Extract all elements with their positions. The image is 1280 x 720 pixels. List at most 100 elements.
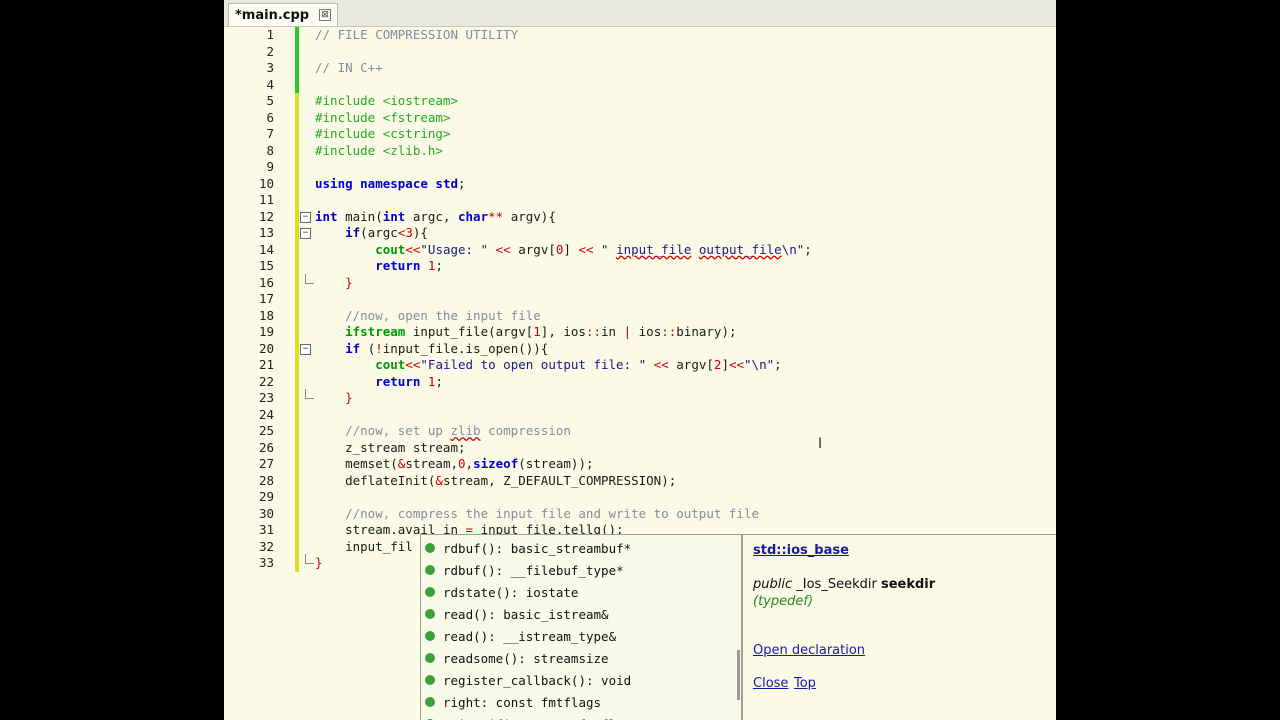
code-token: argv){: [503, 208, 556, 224]
change-marker: [295, 373, 299, 390]
autocomplete-item[interactable]: right: const fmtflags: [421, 691, 739, 713]
code-line[interactable]: 10 using namespace std;: [224, 175, 1056, 192]
code-token: <<: [405, 241, 421, 257]
doc-class-link[interactable]: std::ios_base: [753, 543, 849, 558]
code-line[interactable]: 2: [224, 43, 1056, 60]
autocomplete-item[interactable]: rdbuf(): basic_streambuf*: [421, 537, 739, 559]
autocomplete-item[interactable]: readsome(): streamsize: [421, 647, 739, 669]
autocomplete-list[interactable]: rdbuf(): basic_streambuf* rdbuf(): __file…: [420, 534, 742, 720]
code-token: char: [458, 208, 489, 224]
change-marker: [295, 357, 299, 374]
autocomplete-item[interactable]: register_callback(): void: [421, 669, 739, 691]
code-token: sizeof: [473, 456, 519, 471]
code-line[interactable]: 6 #include <fstream>: [224, 109, 1056, 126]
change-marker: [295, 439, 299, 456]
code-token: input_file: [616, 241, 692, 257]
code-token: int: [382, 208, 406, 224]
code-line[interactable]: 4: [224, 76, 1056, 93]
fold-toggle-icon[interactable]: −: [300, 228, 311, 239]
close-icon[interactable]: ⊠: [319, 9, 332, 21]
fold-end-icon: [305, 389, 314, 399]
change-marker: [295, 76, 299, 93]
autocomplete-item[interactable]: rdbuf(): __filebuf_type*: [421, 559, 739, 581]
fold-toggle-icon[interactable]: −: [300, 343, 311, 355]
code-line[interactable]: 25 //now, set up zlib compression: [224, 423, 1056, 440]
line-number: 5: [266, 93, 274, 108]
code-token: compression: [480, 423, 571, 438]
code-line[interactable]: 22 return 1;: [224, 373, 1056, 390]
autocomplete-item[interactable]: rdstate(): iostate: [421, 581, 739, 603]
tab-bar: *main.cpp ⊠: [224, 0, 1056, 27]
autocomplete-item[interactable]: scientific: const fmtflags: [421, 713, 739, 720]
autocomplete-item[interactable]: read(): basic_istream&: [421, 603, 739, 625]
code-token: ios: [631, 324, 662, 339]
code-token: return: [375, 373, 421, 389]
change-marker: [295, 505, 299, 522]
code-token: argc,: [405, 208, 458, 224]
code-line[interactable]: 9: [224, 159, 1056, 176]
line-number: 17: [258, 291, 274, 306]
code-text: #include <zlib.h>: [315, 143, 443, 160]
code-line[interactable]: 14 cout<<"Usage: " << argv[0] << " input…: [224, 241, 1056, 258]
code-text: cout<<"Failed to open output file: " << …: [315, 357, 781, 374]
top-link[interactable]: Top: [794, 676, 816, 691]
code-line[interactable]: 3 // IN C++: [224, 60, 1056, 77]
code-text: deflateInit(&stream, Z_DEFAULT_COMPRESSI…: [315, 473, 676, 490]
code-line[interactable]: 23 }: [224, 389, 1056, 407]
line-number: 30: [258, 505, 274, 521]
autocomplete-item-label: readsome(): streamsize: [443, 650, 609, 666]
close-link[interactable]: Close: [753, 676, 788, 691]
ide-window: *main.cpp ⊠ 1 // FILE COMPRESSION UTILITY…: [224, 0, 1056, 720]
code-line[interactable]: 28 deflateInit(&stream, Z_DEFAULT_COMPRE…: [224, 472, 1056, 490]
code-line[interactable]: 26 z_stream stream;: [224, 439, 1056, 456]
code-line[interactable]: 16 }: [224, 273, 1056, 292]
code-line[interactable]: 19 ifstream input_file(argv[1], ios::in …: [224, 324, 1056, 341]
autocomplete-item[interactable]: read(): __istream_type&: [421, 625, 739, 647]
open-declaration-link[interactable]: Open declaration: [753, 643, 865, 658]
code-token: ;: [804, 241, 812, 257]
public-member-icon: [425, 543, 435, 553]
code-token: ){: [412, 225, 428, 240]
code-line[interactable]: 30 //now, compress the input file and wr…: [224, 505, 1056, 522]
tab-main-cpp[interactable]: *main.cpp ⊠: [228, 3, 339, 26]
public-member-icon: [425, 609, 435, 619]
code-token: ifstream: [345, 324, 406, 339]
fold-toggle-icon[interactable]: −: [300, 211, 311, 223]
line-number: 32: [258, 538, 274, 554]
code-line[interactable]: 29: [224, 489, 1056, 506]
change-marker: [295, 60, 299, 77]
code-token: argv[: [510, 241, 556, 257]
code-line[interactable]: 7 #include <cstring>: [224, 126, 1056, 143]
change-marker: [295, 538, 299, 555]
code-line[interactable]: 15 return 1;: [224, 258, 1056, 275]
code-token: ::: [585, 324, 602, 339]
doc-visibility: public: [753, 577, 793, 592]
code-token: <<: [653, 357, 669, 372]
code-line[interactable]: 13 − if(argc<3){: [224, 225, 1056, 242]
line-number: 31: [258, 522, 274, 537]
code-line[interactable]: 18 //now, open the input file: [224, 307, 1056, 324]
code-text: }: [315, 275, 353, 292]
code-line[interactable]: 27 memset(&stream,0,sizeof(stream));: [224, 456, 1056, 473]
code-line[interactable]: 12− int main(int argc, char** argv){: [224, 208, 1056, 225]
code-text: #include <iostream>: [315, 93, 458, 110]
line-number: 23: [258, 390, 274, 405]
change-marker: [295, 93, 299, 110]
code-line[interactable]: 21 cout<<"Failed to open output file: " …: [224, 357, 1056, 374]
autocomplete-item-label: rdbuf(): basic_streambuf*: [443, 540, 632, 556]
code-token: cout: [375, 357, 406, 372]
code-token: "Usage: ": [420, 241, 496, 257]
code-token: deflateInit(: [315, 472, 436, 488]
code-line[interactable]: 24: [224, 406, 1056, 423]
code-line[interactable]: 1 // FILE COMPRESSION UTILITY: [224, 27, 1056, 44]
code-line[interactable]: 8 #include <zlib.h>: [224, 142, 1056, 160]
code-line[interactable]: 11: [224, 192, 1056, 209]
change-marker: [295, 307, 299, 324]
change-marker: [295, 274, 299, 291]
code-line[interactable]: 20 − if (!input_file.is_open()){: [224, 340, 1056, 357]
code-token: "\n": [744, 357, 775, 372]
code-line[interactable]: 17: [224, 291, 1056, 308]
public-member-icon: [425, 675, 435, 685]
code-line[interactable]: 5 #include <iostream>: [224, 93, 1056, 110]
